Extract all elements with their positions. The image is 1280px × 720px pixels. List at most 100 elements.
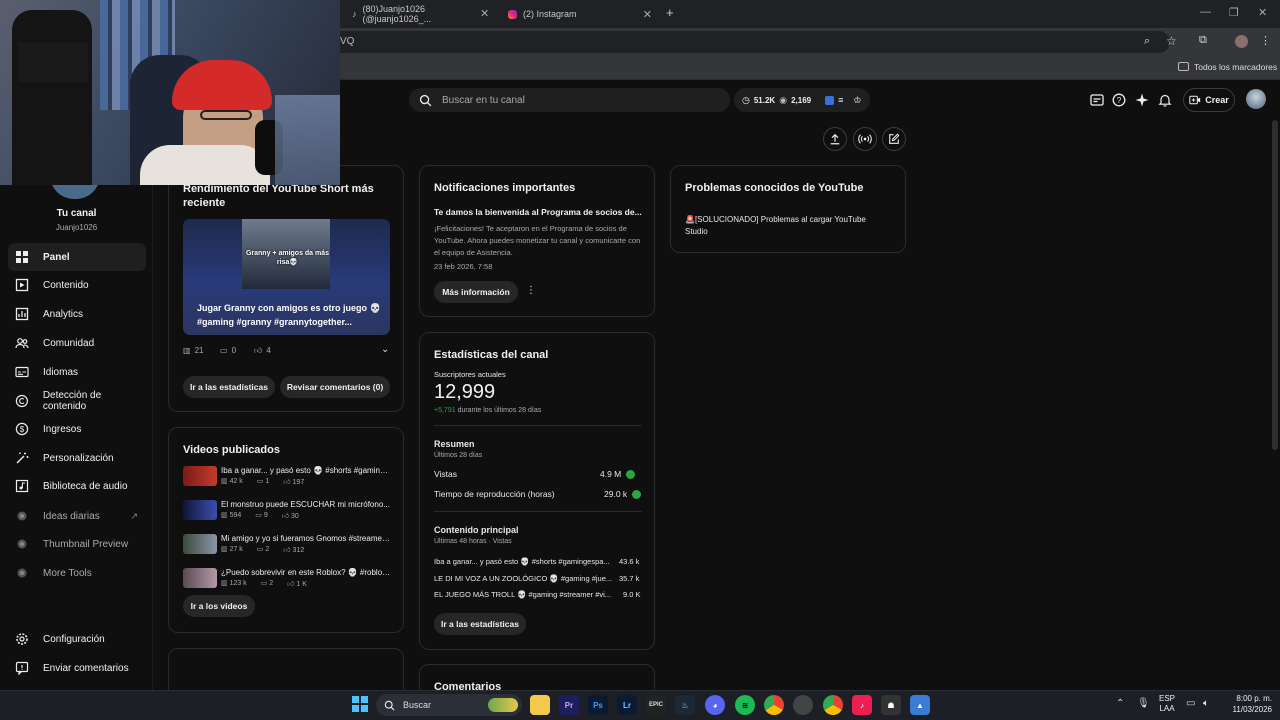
sidebar-item-deteccion[interactable]: Detección de contenido xyxy=(8,387,146,415)
extension-icon xyxy=(17,511,27,521)
zoom-icon[interactable]: ⌕ xyxy=(1144,35,1150,48)
app-icon[interactable]: ☗ xyxy=(881,695,901,715)
page-scrollbar[interactable] xyxy=(1270,80,1280,690)
photoshop-icon[interactable]: Ps xyxy=(588,695,608,715)
account-avatar[interactable] xyxy=(1246,89,1266,109)
tab-tiktok[interactable]: ♪ (80)Juanjo1026 (@juanjo1026_... xyxy=(344,3,494,25)
sidebar-item-ideas-diarias[interactable]: Ideas diarias ↗ xyxy=(8,502,146,530)
realtime-stats-pill[interactable]: ◷ 51.2K ◉ 2,169 ≡ ♔ xyxy=(734,88,870,112)
divider xyxy=(434,425,642,426)
sidebar-item-analytics[interactable]: Analytics xyxy=(8,300,146,328)
sidebar-item-configuracion[interactable]: Configuración xyxy=(8,625,146,653)
views-value: 4.9 M xyxy=(600,469,636,480)
new-tab-icon[interactable]: + xyxy=(666,5,674,20)
video-thumbnail xyxy=(183,466,217,486)
top-content-item[interactable]: LE DI MI VOZ A UN ZOOLÓGICO 💀 #gaming #j… xyxy=(434,574,614,583)
list-item[interactable]: Mi amigo y yo si fueramos Gnomos #stream… xyxy=(183,534,393,558)
video-thumbnail xyxy=(183,568,217,588)
sidebar-item-panel[interactable]: Panel xyxy=(8,243,146,271)
camera-plus-icon xyxy=(1189,95,1201,105)
restore-icon[interactable]: ❐ xyxy=(1229,6,1239,19)
close-tab-icon[interactable]: ✕ xyxy=(480,7,489,20)
lightroom-icon[interactable]: Lr xyxy=(617,695,637,715)
divider xyxy=(434,511,642,512)
steam-icon[interactable]: ♨ xyxy=(675,695,695,715)
channel-search-input[interactable]: Buscar en tu canal xyxy=(409,88,730,112)
upload-button[interactable] xyxy=(823,127,847,151)
list-item[interactable]: El monstruo puede ESCUCHAR mi micrófono.… xyxy=(183,500,393,524)
create-post-button[interactable] xyxy=(882,127,906,151)
clock-icon: ◷ xyxy=(742,94,750,105)
tiktok-icon: ♪ xyxy=(352,9,357,19)
sidebar-item-more-tools[interactable]: More Tools xyxy=(8,559,146,587)
sidebar-item-comunidad[interactable]: Comunidad xyxy=(8,329,146,357)
list-item[interactable]: ¿Puedo sobrevivir en este Roblox? 💀 #rob… xyxy=(183,568,393,592)
chrome-profile-icon[interactable] xyxy=(823,695,843,715)
chrome-icon[interactable] xyxy=(764,695,784,715)
sparkle-icon[interactable] xyxy=(1132,90,1152,110)
discord-icon[interactable]: ◕ xyxy=(705,695,725,715)
tab-instagram[interactable]: (2) Instagram ✕ xyxy=(500,3,660,25)
profile-avatar[interactable] xyxy=(1235,35,1248,48)
create-button[interactable]: Crear xyxy=(1183,88,1235,112)
taskbar-clock[interactable]: 8:00 p. m. 11/03/2026 xyxy=(1224,693,1272,715)
address-bar[interactable]: VQ xyxy=(300,31,1170,53)
network-icon[interactable]: ▭ xyxy=(1186,698,1195,709)
more-info-button[interactable]: Más información xyxy=(434,281,518,303)
photos-icon[interactable]: ▲ xyxy=(910,695,930,715)
all-bookmarks[interactable]: Todos los marcadores xyxy=(1194,62,1277,72)
go-to-videos-button[interactable]: Ir a los videos xyxy=(183,595,255,617)
sidebar-item-personalizacion[interactable]: Personalización xyxy=(8,444,146,472)
sidebar-item-label: Ideas diarias xyxy=(43,510,100,522)
sidebar-item-ingresos[interactable]: $ Ingresos xyxy=(8,415,146,443)
close-window-icon[interactable]: ✕ xyxy=(1258,6,1267,19)
video-stats: ▥ 123 k ▭ 2 👍︎ 1 K xyxy=(221,580,307,588)
notification-headline[interactable]: Te damos la bienvenida al Programa de so… xyxy=(434,207,644,217)
sidebar-item-biblioteca[interactable]: Biblioteca de audio xyxy=(8,472,146,500)
volume-icon[interactable]: 🔈︎ xyxy=(1203,698,1209,709)
close-tab-icon[interactable]: ✕ xyxy=(643,8,652,21)
sidebar-item-label: More Tools xyxy=(43,567,92,579)
more-options-icon[interactable]: ⋮ xyxy=(526,285,536,296)
star-icon[interactable]: ☆ xyxy=(1166,34,1177,48)
scrollbar-thumb[interactable] xyxy=(1272,120,1278,450)
sidebar-item-label: Idiomas xyxy=(43,366,79,378)
sidebar-item-label: Thumbnail Preview xyxy=(43,538,129,550)
top-content-item[interactable]: Iba a ganar... y pasó esto 💀 #shorts #ga… xyxy=(434,557,614,566)
language-indicator[interactable]: ESP LAA xyxy=(1159,694,1175,714)
sidebar-item-thumbnail-preview[interactable]: Thumbnail Preview xyxy=(8,530,146,558)
go-live-button[interactable] xyxy=(853,127,877,151)
sidebar-item-contenido[interactable]: Contenido xyxy=(8,271,146,299)
obs-icon[interactable] xyxy=(793,695,813,715)
microphone-tray-icon[interactable]: 🎙︎ xyxy=(1137,698,1150,709)
short-thumbnail[interactable]: Granny + amigos da más risa💀 Jugar Grann… xyxy=(183,219,390,335)
summary-period: Últimos 28 días xyxy=(434,452,483,459)
minimize-icon[interactable]: — xyxy=(1200,6,1211,18)
menu-dots-icon[interactable]: ⋮ xyxy=(1260,34,1271,47)
sidebar-item-enviar-comentarios[interactable]: Enviar comentarios xyxy=(8,654,146,682)
taskbar-search[interactable]: Buscar xyxy=(376,694,522,716)
spotify-icon[interactable]: ≋ xyxy=(735,695,755,715)
card-title: Rendimiento del YouTube Short más recien… xyxy=(183,183,374,209)
sidebar-item-idiomas[interactable]: Idiomas xyxy=(8,358,146,386)
review-comments-button[interactable]: Revisar comentarios (0) xyxy=(280,376,390,398)
epic-games-icon[interactable]: EPIC xyxy=(646,695,666,715)
short-likes: 👍︎ 4 xyxy=(254,346,271,355)
go-to-stats-button[interactable]: Ir a las estadísticas xyxy=(183,376,275,398)
extensions-icon[interactable]: ⧉ xyxy=(1199,34,1207,47)
premiere-icon[interactable]: Pr xyxy=(559,695,579,715)
issue-item[interactable]: 🚨[SOLUCIONADO] Problemas al cargar YouTu… xyxy=(685,214,885,238)
channel-stats-card: Estadísticas del canal Suscriptores actu… xyxy=(419,332,655,650)
top-content-item[interactable]: EL JUEGO MÁS TROLL 💀 #gaming #streamer #… xyxy=(434,590,614,599)
subtitles-header-icon[interactable] xyxy=(1087,90,1107,110)
short-comments: ▭ 0 xyxy=(220,346,237,355)
chevron-down-icon[interactable]: ⌄ xyxy=(381,344,389,355)
chevron-up-icon[interactable]: ⌃ xyxy=(1116,698,1124,709)
tiktok-app-icon[interactable]: ♪ xyxy=(852,695,872,715)
help-icon[interactable]: ? xyxy=(1109,90,1129,110)
file-explorer-icon[interactable] xyxy=(530,695,550,715)
list-item[interactable]: Iba a ganar... y pasó esto 💀 #shorts #ga… xyxy=(183,466,393,490)
windows-start-icon[interactable] xyxy=(352,696,368,712)
go-to-analytics-button[interactable]: Ir a las estadísticas xyxy=(434,613,526,635)
bell-icon[interactable] xyxy=(1155,90,1175,110)
